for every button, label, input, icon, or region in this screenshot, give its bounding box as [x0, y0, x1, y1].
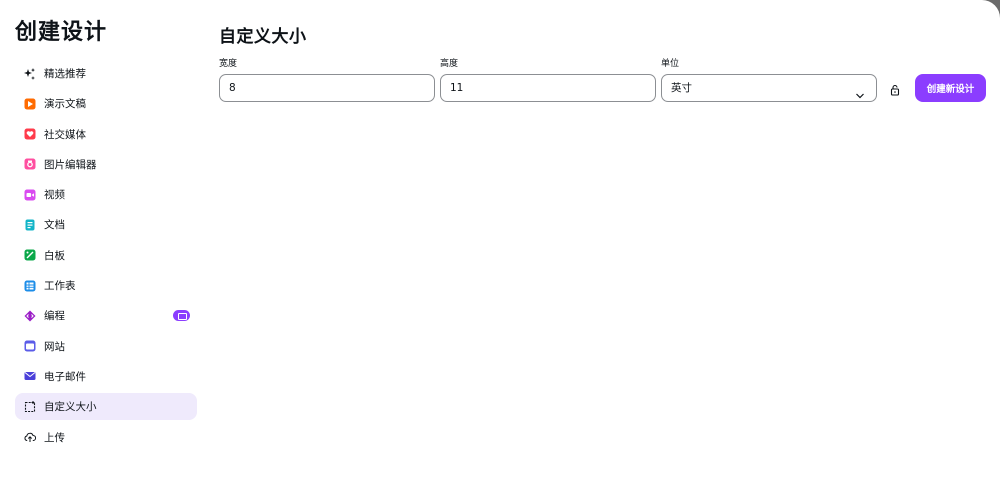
sidebar: 创建设计 精选推荐 演示文稿 社交媒体 图片编辑器 视频 文档 白板 工作表 编… [0, 0, 210, 480]
code-icon [24, 310, 36, 322]
sidebar-item-label: 上传 [44, 431, 65, 444]
website-icon [24, 340, 36, 352]
sidebar-item-email[interactable]: 电子邮件 [15, 363, 197, 390]
create-design-button[interactable]: 创建新设计 [915, 74, 986, 102]
sidebar-item-label: 工作表 [44, 280, 76, 293]
custom-size-icon [24, 400, 36, 413]
sidebar-item-whiteboard[interactable]: 白板 [15, 242, 197, 269]
sidebar-item-label: 白板 [44, 249, 65, 262]
heart-icon [24, 128, 36, 140]
sidebar-item-custom-size[interactable]: 自定义大小 [15, 393, 197, 421]
chevron-down-icon [856, 84, 864, 99]
sidebar-item-label: 自定义大小 [44, 401, 97, 414]
lock-icon[interactable] [889, 81, 901, 96]
video-icon [24, 189, 36, 201]
sidebar-item-website[interactable]: 网站 [15, 333, 197, 360]
main-content: 自定义大小 宽度 高度 单位 英寸 创建新设计 [219, 0, 1000, 480]
create-design-dialog: 创建设计 精选推荐 演示文稿 社交媒体 图片编辑器 视频 文档 白板 工作表 编… [0, 0, 1000, 480]
whiteboard-icon [24, 249, 36, 261]
sidebar-item-label: 精选推荐 [44, 68, 86, 80]
presentation-icon [24, 98, 36, 110]
sidebar-item-social-media[interactable]: 社交媒体 [15, 121, 197, 148]
sidebar-item-label: 文档 [44, 219, 65, 232]
width-label: 宽度 [219, 59, 238, 69]
sidebar-item-label: 视频 [44, 189, 65, 202]
sidebar-item-label: 演示文稿 [44, 98, 86, 111]
sidebar-item-code[interactable]: 编程 [15, 302, 197, 329]
sidebar-item-label: 图片编辑器 [44, 158, 97, 171]
width-field[interactable] [219, 74, 435, 102]
sidebar-item-sheets[interactable]: 工作表 [15, 272, 197, 299]
page-title: 自定义大小 [219, 27, 307, 47]
upload-icon [24, 431, 37, 443]
unit-label: 单位 [661, 59, 680, 69]
dialog-title: 创建设计 [15, 20, 108, 45]
sidebar-item-label: 编程 [44, 310, 65, 323]
email-icon [24, 370, 36, 382]
sidebar-item-label: 电子邮件 [44, 370, 86, 383]
unit-select[interactable]: 英寸 [661, 74, 877, 102]
height-label: 高度 [440, 59, 459, 69]
sidebar-item-featured[interactable]: 精选推荐 [15, 60, 197, 87]
doc-icon [24, 219, 36, 231]
sidebar-item-upload[interactable]: 上传 [15, 424, 197, 451]
camera-icon [24, 158, 36, 170]
unit-select-value: 英寸 [671, 82, 692, 94]
new-badge [173, 310, 190, 322]
sparkle-icon [24, 67, 36, 80]
sidebar-item-video[interactable]: 视频 [15, 181, 197, 208]
sidebar-item-label: 社交媒体 [44, 128, 86, 141]
sidebar-item-docs[interactable]: 文档 [15, 211, 197, 238]
sidebar-item-presentation[interactable]: 演示文稿 [15, 90, 197, 117]
sidebar-nav: 精选推荐 演示文稿 社交媒体 图片编辑器 视频 文档 白板 工作表 编程 网站 … [15, 60, 197, 454]
sidebar-item-label: 网站 [44, 340, 65, 353]
sheet-icon [24, 280, 36, 292]
sidebar-item-photo-editor[interactable]: 图片编辑器 [15, 151, 197, 178]
height-field[interactable] [440, 74, 656, 102]
